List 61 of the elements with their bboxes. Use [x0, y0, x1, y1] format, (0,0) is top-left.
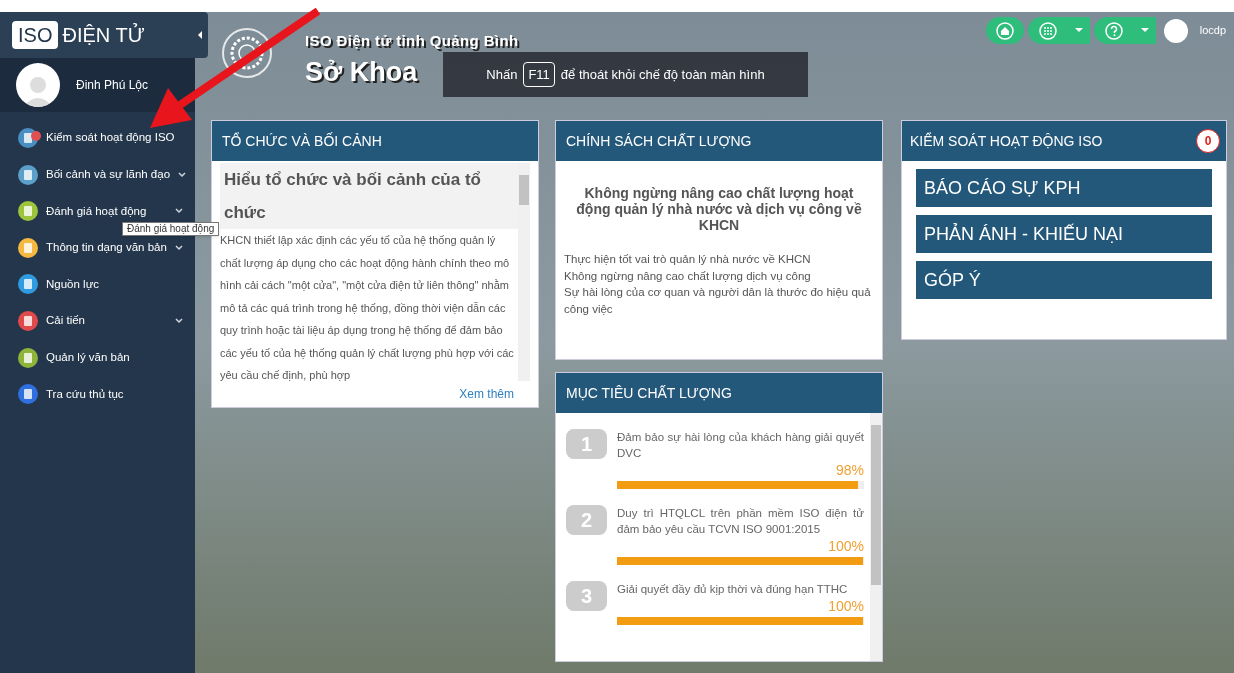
menu-label: Kiểm soát hoạt động ISO	[46, 130, 176, 146]
site-subtitle: ISO Điện tử tỉnh Quảng Bình	[305, 31, 519, 51]
action-button[interactable]: GÓP Ý	[916, 261, 1212, 299]
help-icon	[1104, 21, 1123, 40]
logo-badge: ISO	[12, 21, 59, 49]
home-icon	[995, 21, 1014, 40]
menu-label: Bối cảnh và sự lãnh đạo	[46, 166, 171, 182]
panel-title: CHÍNH SÁCH CHẤT LƯỢNG	[556, 121, 882, 161]
objective-text: Giải quyết đầy đủ kịp thời và đúng hạn TTHC	[617, 582, 849, 597]
avatar	[16, 63, 60, 107]
action-button[interactable]: PHẢN ÁNH - KHIẾU NẠI	[916, 215, 1212, 253]
chevron-icon	[175, 317, 183, 324]
menu-item[interactable]: Kiểm soát hoạt động ISO	[0, 127, 195, 149]
caret-icon	[1140, 28, 1149, 33]
section-heading: Hiểu tổ chức và bối cảnh của tổ chức	[220, 163, 518, 229]
menu-label: Thông tin dạng văn bản	[46, 240, 167, 256]
chevron-icon	[175, 244, 183, 251]
objective-text: Đảm bảo sự hài lòng của khách hàng giải quyết DVC	[617, 430, 864, 461]
notice-text: để thoát khỏi chế độ toàn màn hình	[560, 65, 765, 84]
user-name: locdp	[1199, 23, 1226, 39]
percent-label: 98%	[834, 461, 864, 479]
policy-line: Thực hiện tốt vai trò quản lý nhà nước về KHCN	[564, 252, 812, 267]
policy-slogan: Không ngừng nâng cao chất lượng hoạt động quản lý nhà nước và dịch vụ công về KHCN	[575, 185, 863, 233]
objective-text: Duy trì HTQLCL trên phần mềm ISO điện tử đảm bảo yêu cầu TCVN ISO 9001:2015	[617, 506, 864, 537]
menu-item[interactable]: Thông tin dạng văn bản	[0, 236, 195, 259]
seal-logo	[222, 28, 272, 78]
site-title: Sở Khoa	[305, 56, 418, 89]
menu-label: Quản lý văn bản	[46, 349, 131, 365]
policy-line: Không ngừng nâng cao chất lượng dịch vụ công	[564, 268, 812, 284]
section-text: KHCN thiết lập xác định các yếu tố của hệ thống quản lý chất lượng áp dụng cho các hoạt động hành chính theo mô hình cải cách "một cửa", "một cửa điện tử liên thông" nhằm mô tả các quá trình trong hệ thống, đồng thời viện dẫn các quy trình hoặc tài liệu áp dụng trong hệ thống để đảm bảo các yếu tố của hệ thống quản lý chất lượng phù hợp với các yêu cầu chế định, phù hợp	[220, 233, 515, 381]
tooltip: Đánh giá hoạt động	[122, 222, 220, 236]
menu-label: Đánh giá hoạt động	[46, 203, 148, 219]
menu-item[interactable]: Đánh giá hoạt động	[0, 200, 195, 223]
menu-item[interactable]: Cải tiến	[0, 309, 195, 332]
count-badge: 0	[1196, 129, 1220, 153]
key-label: F11	[523, 61, 555, 88]
notice-text: Nhấn	[486, 65, 518, 84]
chevron-icon	[175, 208, 183, 215]
panel-title: TỔ CHỨC VÀ BỐI CẢNH	[212, 121, 538, 161]
menu-label: Tra cứu thủ tục	[46, 386, 125, 402]
menu-item[interactable]: Bối cảnh và sự lãnh đạo	[0, 163, 195, 186]
menu-label: Nguồn lực	[46, 276, 101, 292]
logo-text: ĐIỆN TỬ	[62, 22, 145, 48]
panel-title: KIỂM SOÁT HOẠT ĐỘNG ISO	[910, 131, 1103, 151]
panel-title: MỤC TIÊU CHẤT LƯỢNG	[556, 373, 882, 413]
chevron-icon	[178, 171, 187, 178]
help-button[interactable]	[1093, 17, 1134, 44]
user-name: Đinh Phú Lộc	[76, 77, 149, 93]
menu-item[interactable]: Nguồn lực	[0, 273, 195, 296]
percent-label: 100%	[827, 597, 864, 615]
action-button[interactable]: BÁO CÁO SỰ KPH	[916, 169, 1212, 207]
collapse-icon[interactable]	[198, 31, 202, 39]
see-more-link[interactable]: Xem thêm	[459, 385, 514, 403]
apps-button[interactable]	[1027, 17, 1068, 44]
policy-line: Sự hài lòng của cơ quan và người dân là thước đo hiệu quả công việc	[564, 285, 872, 317]
menu-item[interactable]: Tra cứu thủ tục	[0, 383, 195, 406]
percent-label: 100%	[827, 537, 864, 555]
grid-icon	[1038, 21, 1057, 40]
menu-label: Cải tiến	[46, 313, 86, 329]
menu-item[interactable]: Quản lý văn bản	[0, 346, 195, 369]
caret-icon	[1074, 28, 1083, 33]
